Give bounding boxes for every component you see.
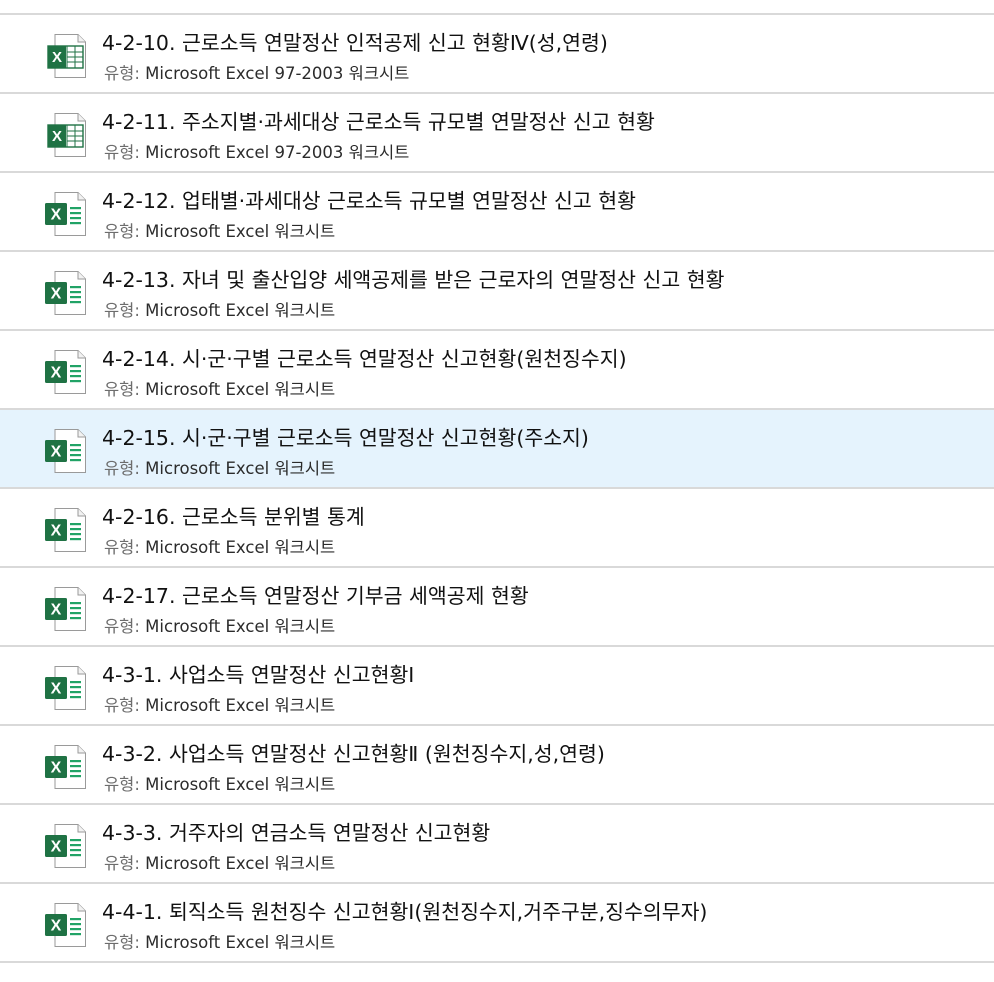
file-type-value: Microsoft Excel 워크시트 [145, 696, 336, 715]
file-type-value: Microsoft Excel 워크시트 [145, 854, 336, 873]
file-type-label: 유형: [104, 933, 146, 952]
file-type-value: Microsoft Excel 워크시트 [145, 301, 336, 320]
file-name: 4-3-1. 사업소득 연말정산 신고현황Ⅰ [102, 663, 415, 687]
file-type-label: 유형: [104, 143, 146, 162]
file-list: X 4-2-10. 근로소득 연말정산 인적공제 신고 현황Ⅳ(성,연령) 유형… [0, 13, 994, 963]
file-name: 4-3-3. 거주자의 연금소득 연말정산 신고현황 [102, 821, 491, 845]
svg-text:X: X [52, 128, 62, 145]
file-type-label: 유형: [104, 380, 146, 399]
file-list-item[interactable]: X 4-2-15. 시·군·구별 근로소득 연말정산 신고현황(주소지) 유형:… [0, 410, 994, 489]
file-type: 유형: Microsoft Excel 97-2003 워크시트 [104, 60, 409, 84]
file-type-label: 유형: [104, 538, 146, 557]
file-type: 유형: Microsoft Excel 워크시트 [104, 297, 335, 321]
file-name: 4-2-17. 근로소득 연말정산 기부금 세액공제 현황 [102, 584, 529, 608]
excel-icon: X [45, 508, 87, 552]
file-type-label: 유형: [104, 617, 146, 636]
svg-text:X: X [51, 365, 62, 382]
excel-icon: X [45, 350, 87, 394]
excel-icon: X [45, 745, 87, 789]
file-type-label: 유형: [104, 696, 146, 715]
svg-text:X: X [51, 523, 62, 540]
file-type: 유형: Microsoft Excel 워크시트 [104, 692, 335, 716]
excel-icon: X [45, 587, 87, 631]
file-name: 4-2-13. 자녀 및 출산입양 세액공제를 받은 근로자의 연말정산 신고 … [102, 268, 725, 292]
file-list-item[interactable]: X 4-4-1. 퇴직소득 원천징수 신고현황Ⅰ(원천징수지,거주구분,징수의무… [0, 884, 994, 963]
file-name: 4-3-2. 사업소득 연말정산 신고현황Ⅱ (원천징수지,성,연령) [102, 742, 605, 766]
svg-text:X: X [51, 207, 62, 224]
file-list-item[interactable]: X 4-2-13. 자녀 및 출산입양 세액공제를 받은 근로자의 연말정산 신… [0, 252, 994, 331]
svg-text:X: X [51, 760, 62, 777]
svg-text:X: X [51, 286, 62, 303]
svg-text:X: X [51, 918, 62, 935]
file-type: 유형: Microsoft Excel 워크시트 [104, 929, 335, 953]
file-list-item[interactable]: X 4-3-1. 사업소득 연말정산 신고현황Ⅰ 유형: Microsoft E… [0, 647, 994, 726]
file-list-item[interactable]: X 4-2-16. 근로소득 분위별 통계 유형: Microsoft Exce… [0, 489, 994, 568]
file-type-label: 유형: [104, 775, 146, 794]
excel-icon: X [45, 192, 87, 236]
file-type: 유형: Microsoft Excel 워크시트 [104, 613, 335, 637]
excel-icon: X [45, 666, 87, 710]
file-type-value: Microsoft Excel 워크시트 [145, 538, 336, 557]
file-type: 유형: Microsoft Excel 97-2003 워크시트 [104, 139, 409, 163]
file-name: 4-2-11. 주소지별·과세대상 근로소득 규모별 연말정산 신고 현황 [102, 110, 655, 134]
file-type: 유형: Microsoft Excel 워크시트 [104, 534, 335, 558]
file-type-label: 유형: [104, 459, 146, 478]
file-type-value: Microsoft Excel 워크시트 [145, 380, 336, 399]
file-type-value: Microsoft Excel 97-2003 워크시트 [145, 143, 410, 162]
file-list-item[interactable]: X 4-2-14. 시·군·구별 근로소득 연말정산 신고현황(원천징수지) 유… [0, 331, 994, 410]
file-list-item[interactable]: X 4-2-12. 업태별·과세대상 근로소득 규모별 연말정산 신고 현황 유… [0, 173, 994, 252]
file-type-label: 유형: [104, 64, 146, 83]
svg-text:X: X [52, 49, 62, 66]
file-list-item[interactable]: X 4-2-17. 근로소득 연말정산 기부금 세액공제 현황 유형: Micr… [0, 568, 994, 647]
file-type-value: Microsoft Excel 97-2003 워크시트 [145, 64, 410, 83]
file-name: 4-2-10. 근로소득 연말정산 인적공제 신고 현황Ⅳ(성,연령) [102, 31, 608, 55]
excel-icon: X [45, 271, 87, 315]
file-type-value: Microsoft Excel 워크시트 [145, 933, 336, 952]
file-type-label: 유형: [104, 854, 146, 873]
file-list-item[interactable]: X 4-2-10. 근로소득 연말정산 인적공제 신고 현황Ⅳ(성,연령) 유형… [0, 15, 994, 94]
file-list-item[interactable]: X 4-2-11. 주소지별·과세대상 근로소득 규모별 연말정산 신고 현황 … [0, 94, 994, 173]
file-type: 유형: Microsoft Excel 워크시트 [104, 376, 335, 400]
excel-97-2003-icon: X [45, 34, 87, 78]
file-type-label: 유형: [104, 301, 146, 320]
svg-text:X: X [51, 602, 62, 619]
file-name: 4-2-12. 업태별·과세대상 근로소득 규모별 연말정산 신고 현황 [102, 189, 637, 213]
file-type-label: 유형: [104, 222, 146, 241]
file-type-value: Microsoft Excel 워크시트 [145, 222, 336, 241]
file-type: 유형: Microsoft Excel 워크시트 [104, 455, 335, 479]
svg-text:X: X [51, 681, 62, 698]
file-type-value: Microsoft Excel 워크시트 [145, 617, 336, 636]
excel-icon: X [45, 903, 87, 947]
file-type-value: Microsoft Excel 워크시트 [145, 459, 336, 478]
file-type: 유형: Microsoft Excel 워크시트 [104, 771, 335, 795]
file-list-item[interactable]: X 4-3-3. 거주자의 연금소득 연말정산 신고현황 유형: Microso… [0, 805, 994, 884]
svg-text:X: X [51, 839, 62, 856]
excel-97-2003-icon: X [45, 113, 87, 157]
file-type-value: Microsoft Excel 워크시트 [145, 775, 336, 794]
excel-icon: X [45, 824, 87, 868]
file-type: 유형: Microsoft Excel 워크시트 [104, 218, 335, 242]
file-name: 4-2-16. 근로소득 분위별 통계 [102, 505, 365, 529]
file-name: 4-2-15. 시·군·구별 근로소득 연말정산 신고현황(주소지) [102, 426, 589, 450]
file-list-item[interactable]: X 4-3-2. 사업소득 연말정산 신고현황Ⅱ (원천징수지,성,연령) 유형… [0, 726, 994, 805]
file-name: 4-2-14. 시·군·구별 근로소득 연말정산 신고현황(원천징수지) [102, 347, 627, 371]
svg-text:X: X [51, 444, 62, 461]
file-type: 유형: Microsoft Excel 워크시트 [104, 850, 335, 874]
excel-icon: X [45, 429, 87, 473]
file-name: 4-4-1. 퇴직소득 원천징수 신고현황Ⅰ(원천징수지,거주구분,징수의무자) [102, 900, 708, 924]
